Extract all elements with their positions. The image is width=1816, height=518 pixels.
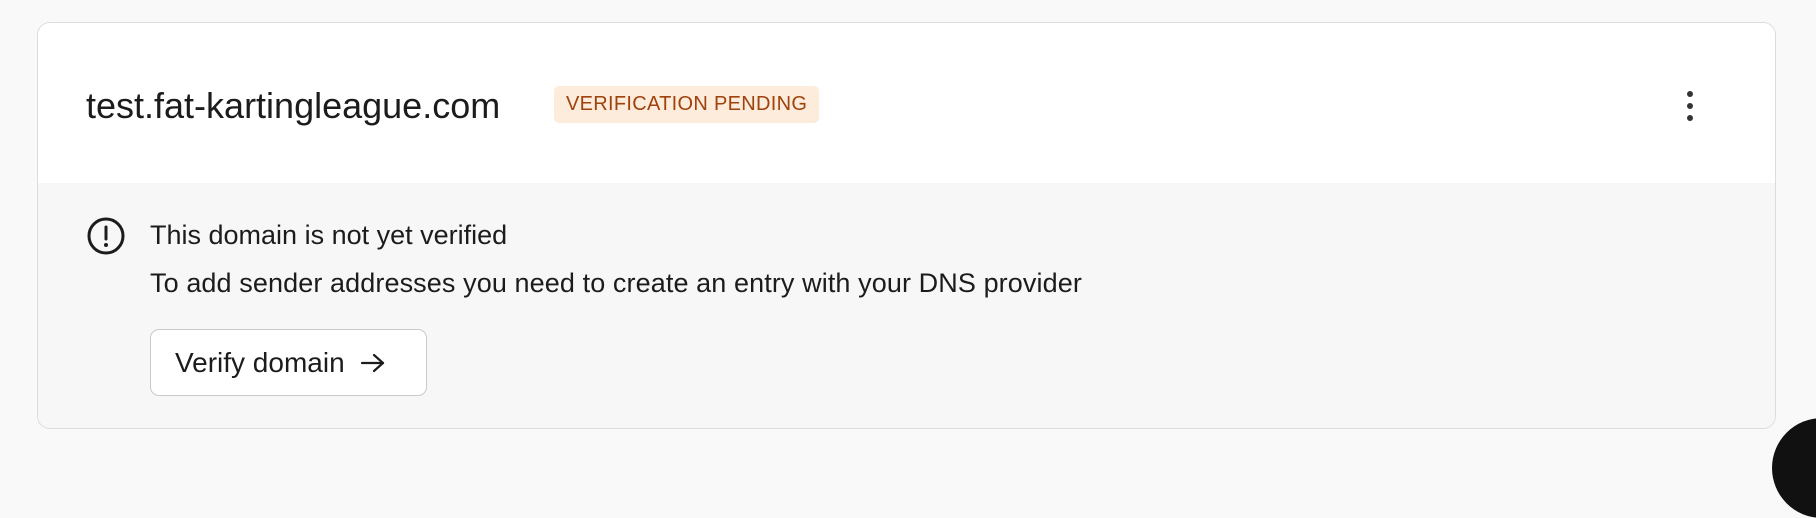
more-options-button[interactable] xyxy=(1676,86,1704,126)
alert-description: To add sender addresses you need to crea… xyxy=(150,268,1082,298)
more-vertical-icon xyxy=(1687,91,1693,121)
status-badge: VERIFICATION PENDING xyxy=(554,86,820,123)
domain-card: test.fat-kartingleague.com VERIFICATION … xyxy=(37,22,1776,429)
chat-widget-button[interactable] xyxy=(1772,418,1816,518)
domain-card-header: test.fat-kartingleague.com VERIFICATION … xyxy=(38,23,1775,183)
alert-circle-icon xyxy=(87,217,125,255)
verification-alert: This domain is not yet verified To add s… xyxy=(38,183,1775,428)
alert-title: This domain is not yet verified xyxy=(150,220,508,250)
arrow-right-icon xyxy=(360,353,384,372)
verify-domain-label: Verify domain xyxy=(175,346,345,378)
verify-domain-button[interactable]: Verify domain xyxy=(150,329,427,396)
domain-name: test.fat-kartingleague.com xyxy=(86,85,501,126)
